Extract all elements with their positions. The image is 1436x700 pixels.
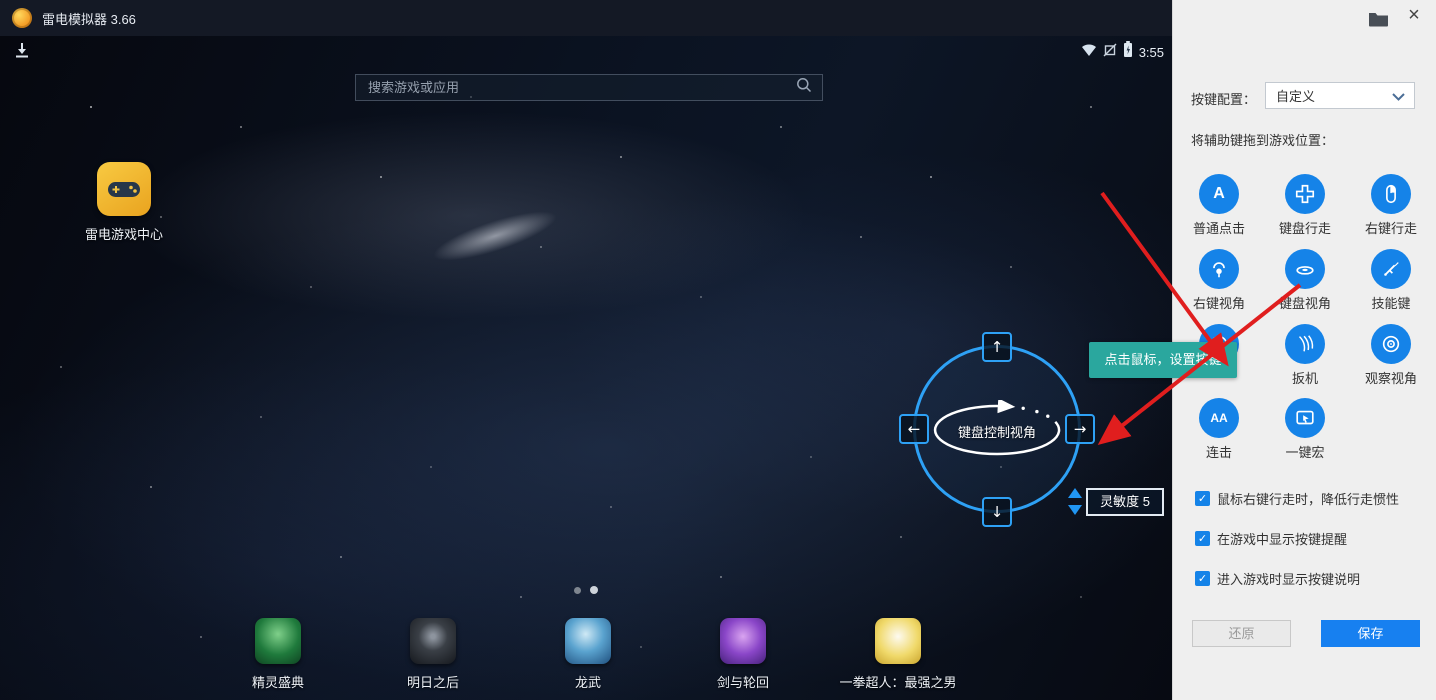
key-macro[interactable]: 一键宏 <box>1262 398 1348 461</box>
dock-app-label: 精灵盛典 <box>198 672 358 691</box>
wifi-icon <box>1081 43 1097 61</box>
app-logo-icon <box>12 8 32 28</box>
dock-app-4[interactable]: 剑与轮回 <box>663 618 823 691</box>
search-bar[interactable] <box>355 74 823 101</box>
widget-label: 键盘控制视角 <box>932 422 1062 441</box>
key-normal-click[interactable]: A 普通点击 <box>1176 174 1262 237</box>
dock-app-2[interactable]: 明日之后 <box>353 618 513 691</box>
macro-icon <box>1285 398 1325 438</box>
key-keyboard-walk[interactable]: 键盘行走 <box>1262 174 1348 237</box>
dock-app-label: 龙武 <box>508 672 668 691</box>
arrow-up-key[interactable]: ↑ <box>982 332 1012 362</box>
dpad-icon <box>1285 174 1325 214</box>
close-icon[interactable]: × <box>1403 4 1425 27</box>
arrow-left-key[interactable]: ← <box>899 414 929 444</box>
disc-icon <box>1285 249 1325 289</box>
letter-a-icon: A <box>1199 174 1239 214</box>
dock-app-label: 剑与轮回 <box>663 672 823 691</box>
battery-icon <box>1123 41 1133 63</box>
page-dot-2-active[interactable] <box>590 586 598 594</box>
download-icon[interactable] <box>14 42 30 63</box>
search-icon[interactable] <box>796 77 812 98</box>
key-keyboard-view[interactable]: 键盘视角 <box>1262 249 1348 312</box>
window-title: 雷电模拟器 3.66 <box>42 9 136 28</box>
dock-app-label: 明日之后 <box>353 672 513 691</box>
app-icon <box>875 618 921 664</box>
key-config-dropdown[interactable]: 自定义 <box>1265 82 1415 109</box>
key-observe-view[interactable]: 观察视角 <box>1348 324 1434 387</box>
mouse-setup-tooltip: 点击鼠标，设置按键 <box>1089 342 1237 378</box>
checkbox-show-key-hints[interactable]: ✓ 在游戏中显示按键提醒 <box>1195 529 1347 548</box>
app-icon <box>720 618 766 664</box>
key-config-value: 自定义 <box>1276 86 1315 105</box>
checkbox-checked-icon[interactable]: ✓ <box>1195 571 1210 586</box>
sensitivity-value: 5 <box>1143 494 1150 509</box>
key-right-click-view[interactable]: 右键视角 <box>1176 249 1262 312</box>
key-right-click-walk[interactable]: 右键行走 <box>1348 174 1434 237</box>
key-trigger[interactable]: 扳机 <box>1262 324 1348 387</box>
checkbox-show-key-help[interactable]: ✓ 进入游戏时显示按键说明 <box>1195 569 1360 588</box>
tap-icon <box>1199 249 1239 289</box>
save-button[interactable]: 保存 <box>1321 620 1420 647</box>
key-config-label: 按键配置： <box>1191 89 1256 108</box>
folder-icon[interactable] <box>1368 11 1389 32</box>
gamepad-icon <box>97 162 151 216</box>
emulator-screen: 3:55 雷电游戏中心 ↑ ← → ↓ 键盘控制视 <box>0 36 1172 700</box>
restore-button[interactable]: 还原 <box>1192 620 1291 647</box>
dock-app-label: 一拳超人：最强之男 <box>818 672 978 691</box>
key-combo[interactable]: AA 连击 <box>1176 398 1262 461</box>
app-game-center-label: 雷电游戏中心 <box>64 224 184 243</box>
title-bar: 雷电模拟器 3.66 <box>0 0 1172 36</box>
key-skill[interactable]: 技能键 <box>1348 249 1434 312</box>
android-status-bar: 3:55 <box>0 40 1172 64</box>
sensitivity-stepper[interactable] <box>1068 488 1082 520</box>
chevron-down-icon <box>1392 93 1405 101</box>
app-game-center[interactable]: 雷电游戏中心 <box>64 162 184 243</box>
eye-icon <box>1371 324 1411 364</box>
clock: 3:55 <box>1139 45 1164 60</box>
checkbox-checked-icon[interactable]: ✓ <box>1195 491 1210 506</box>
app-icon <box>565 618 611 664</box>
mouse-icon <box>1371 174 1411 214</box>
no-sim-icon <box>1103 43 1117 62</box>
dock-app-1[interactable]: 精灵盛典 <box>198 618 358 691</box>
dock-app-3[interactable]: 龙武 <box>508 618 668 691</box>
arrow-down-key[interactable]: ↓ <box>982 497 1012 527</box>
sensitivity-label: 灵敏度 <box>1100 494 1139 509</box>
app-icon <box>255 618 301 664</box>
claw-icon <box>1285 324 1325 364</box>
checkbox-checked-icon[interactable]: ✓ <box>1195 531 1210 546</box>
search-input[interactable] <box>356 80 796 95</box>
arrow-right-key[interactable]: → <box>1065 414 1095 444</box>
galaxy <box>429 202 562 271</box>
sensitivity-value-box[interactable]: 灵敏度 5 <box>1086 488 1164 516</box>
drag-hint-text: 将辅助键拖到游戏位置： <box>1191 130 1334 149</box>
double-a-icon: AA <box>1199 398 1239 438</box>
checkbox-reduce-inertia[interactable]: ✓ 鼠标右键行走时，降低行走惯性 <box>1195 489 1399 508</box>
page-dot-1[interactable] <box>574 587 581 594</box>
sword-icon <box>1371 249 1411 289</box>
app-icon <box>410 618 456 664</box>
dock-app-5[interactable]: 一拳超人：最强之男 <box>818 618 978 691</box>
starfield <box>0 36 2 38</box>
